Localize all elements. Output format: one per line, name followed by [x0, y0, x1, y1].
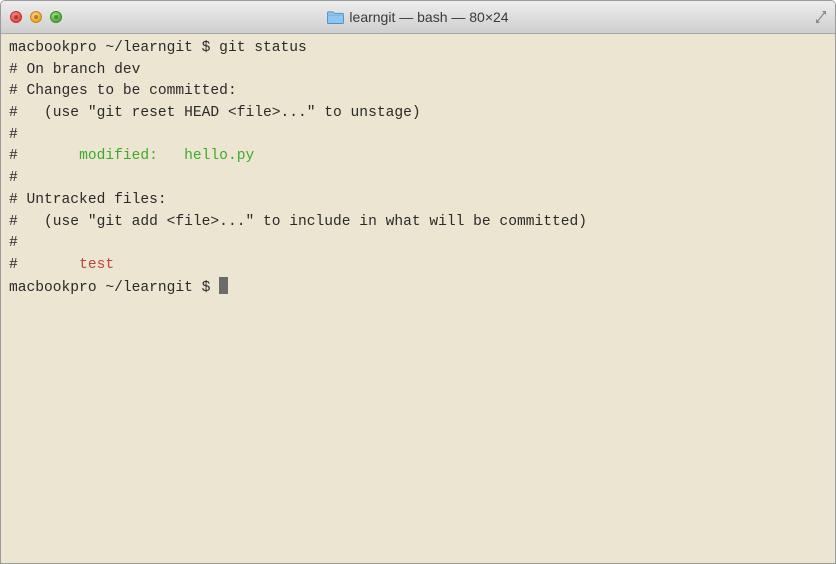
window-title-area: learngit — bash — 80×24 [1, 1, 835, 33]
terminal-line: # Changes to be committed: [9, 81, 835, 103]
close-button[interactable] [10, 11, 22, 23]
terminal-text: # [9, 235, 18, 252]
terminal-line: # (use "git add <file>..." to include in… [9, 212, 835, 234]
terminal-line: # Untracked files: [9, 190, 835, 212]
terminal-line: macbookpro ~/learngit $ git status [9, 38, 835, 60]
terminal-text: # (use "git reset HEAD <file>..." to uns… [9, 105, 421, 122]
title-bar[interactable]: learngit — bash — 80×24 [1, 1, 835, 34]
minimize-icon [34, 15, 38, 19]
terminal-line: # test [9, 255, 835, 277]
terminal-text: # [9, 126, 18, 143]
terminal-text: # On branch dev [9, 61, 141, 78]
terminal-text: # Untracked files: [9, 191, 167, 208]
terminal-text: # [9, 170, 18, 187]
terminal-text: # [9, 148, 80, 165]
terminal-text: # (use "git add <file>..." to include in… [9, 213, 588, 230]
prompt-line[interactable]: macbookpro ~/learngit $ [9, 276, 835, 299]
zoom-icon [54, 15, 58, 19]
terminal-text: # Changes to be committed: [9, 83, 237, 100]
terminal-line: # On branch dev [9, 60, 835, 82]
window-title: learngit — bash — 80×24 [349, 9, 509, 25]
terminal-line: # (use "git reset HEAD <file>..." to uns… [9, 103, 835, 125]
zoom-button[interactable] [50, 11, 62, 23]
terminal-window: learngit — bash — 80×24 macbookpro ~/lea… [0, 0, 836, 564]
terminal-text: # [9, 256, 80, 273]
prompt-text: macbookpro ~/learngit $ [9, 279, 220, 296]
terminal-green-text: modified: hello.py [79, 148, 255, 165]
terminal-output[interactable]: macbookpro ~/learngit $ git status # On b… [1, 34, 835, 563]
close-icon [14, 15, 18, 19]
fullscreen-icon[interactable] [815, 10, 827, 24]
terminal-line: # [9, 233, 835, 255]
terminal-line: # modified: hello.py [9, 146, 835, 168]
folder-icon [327, 11, 345, 24]
terminal-text: macbookpro ~/learngit $ git status [9, 40, 307, 56]
minimize-button[interactable] [30, 11, 42, 23]
terminal-line: # [9, 125, 835, 147]
cursor-block [219, 276, 229, 294]
terminal-line: # [9, 168, 835, 190]
terminal-red-text: test [79, 256, 115, 273]
